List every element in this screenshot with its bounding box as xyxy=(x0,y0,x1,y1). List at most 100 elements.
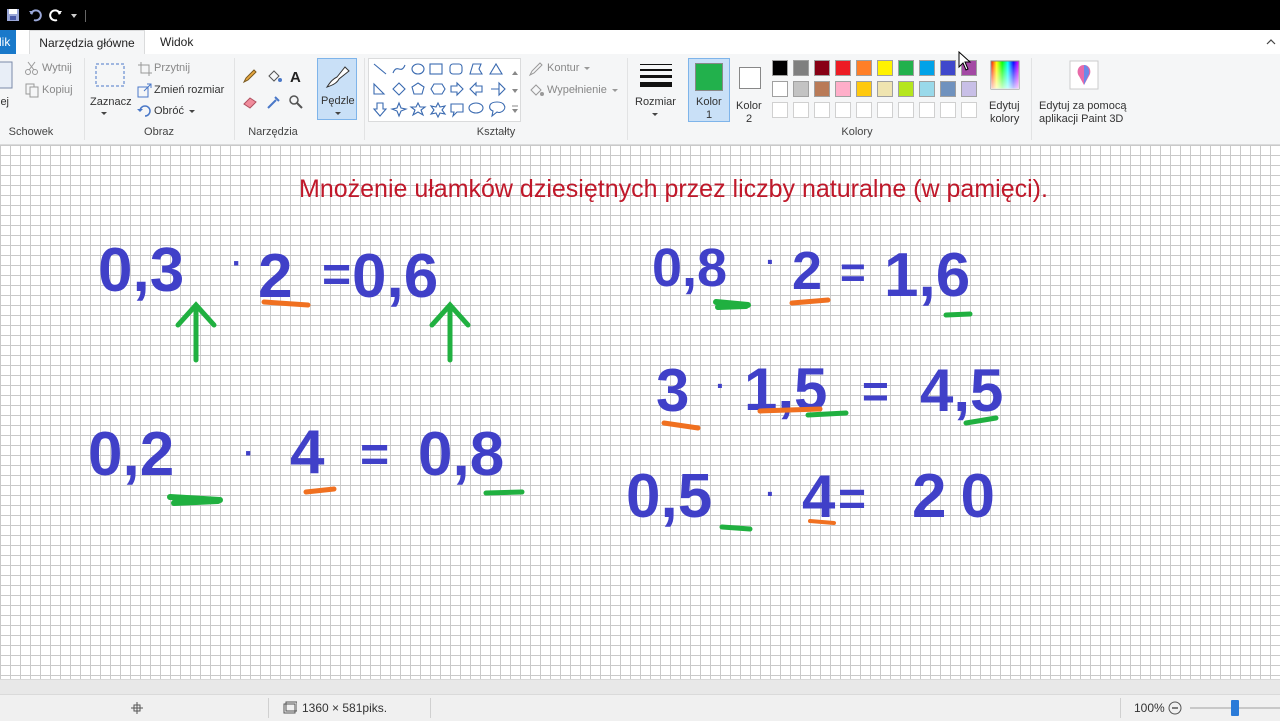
palette-swatch[interactable] xyxy=(940,81,956,97)
redo-icon[interactable] xyxy=(49,8,63,22)
toolbar-divider xyxy=(85,10,86,22)
clipboard-group-label: Schowek xyxy=(8,126,54,138)
rotate-button[interactable]: Obróć xyxy=(154,105,184,117)
palette-swatch[interactable] xyxy=(856,60,872,76)
zoom-out-icon[interactable] xyxy=(1168,701,1182,715)
resize-button[interactable]: Zmień rozmiar xyxy=(154,84,224,96)
copy-button[interactable]: Kopiuj xyxy=(42,84,73,96)
eq1-dot: · xyxy=(232,247,242,280)
custom-color-slot[interactable] xyxy=(898,102,914,118)
eq2-green-underline xyxy=(167,494,223,506)
shapes-gallery-icons xyxy=(372,62,506,119)
ribbon: lej Wytnij Kopiuj Schowek Zaznacz Przytn… xyxy=(0,54,1280,145)
select-button[interactable]: Zaznacz xyxy=(90,96,132,108)
custom-color-slot[interactable] xyxy=(793,102,809,118)
group-separator xyxy=(627,58,628,140)
chevron-down-icon xyxy=(612,89,618,92)
palette-swatch[interactable] xyxy=(793,60,809,76)
mouse-cursor-icon xyxy=(958,51,972,71)
size-button[interactable]: Rozmiar xyxy=(632,58,678,122)
image-dimensions: 1360 × 581piks. xyxy=(302,701,388,715)
save-icon[interactable] xyxy=(6,8,20,22)
eq1-equals: = xyxy=(322,246,351,302)
status-bar: 1360 × 581piks. 100% xyxy=(0,694,1280,721)
paint3d-line1: Edytuj za pomocą xyxy=(1039,100,1127,112)
eq5-orange-underline xyxy=(808,519,836,525)
color-picker-icon[interactable] xyxy=(266,94,282,110)
palette-swatch[interactable] xyxy=(814,60,830,76)
eq3-result: 1,6 xyxy=(884,241,970,310)
gallery-scroll-icon[interactable] xyxy=(511,61,519,121)
color1-button[interactable]: Kolor 1 xyxy=(688,58,730,122)
custom-color-slot[interactable] xyxy=(940,102,956,118)
horizontal-scrollbar[interactable] xyxy=(0,679,1280,694)
crop-icon xyxy=(138,62,152,76)
brushes-button[interactable]: Pędzle xyxy=(317,58,357,120)
tab-view[interactable]: Widok xyxy=(160,30,193,54)
palette-swatch[interactable] xyxy=(814,81,830,97)
customize-toolbar-icon[interactable] xyxy=(69,8,79,22)
scissors-icon xyxy=(25,61,38,75)
eq1-green-arrow-left xyxy=(175,301,217,363)
palette-swatch[interactable] xyxy=(919,60,935,76)
title-bar xyxy=(0,0,1280,30)
custom-color-slot[interactable] xyxy=(877,102,893,118)
palette-swatch[interactable] xyxy=(961,81,977,97)
palette-swatch[interactable] xyxy=(835,60,851,76)
eq5-green-underline xyxy=(719,524,753,532)
palette-swatch[interactable] xyxy=(877,81,893,97)
palette-swatch[interactable] xyxy=(793,81,809,97)
crop-button[interactable]: Przytnij xyxy=(154,62,190,74)
cut-button[interactable]: Wytnij xyxy=(42,62,72,74)
shapes-gallery[interactable] xyxy=(368,58,521,122)
fill-bucket-icon[interactable] xyxy=(266,68,282,84)
paste-icon[interactable] xyxy=(0,60,14,90)
palette-swatch[interactable] xyxy=(898,60,914,76)
eq4-orange-underline xyxy=(661,420,701,431)
palette-swatch[interactable] xyxy=(772,60,788,76)
resize-icon xyxy=(137,83,152,98)
copy-icon xyxy=(25,83,39,98)
palette-swatch[interactable] xyxy=(940,60,956,76)
palette-swatch[interactable] xyxy=(898,81,914,97)
palette-swatch[interactable] xyxy=(919,81,935,97)
shapes-group-label: Kształty xyxy=(476,126,516,138)
edit-paint3d-button[interactable]: Edytuj za pomocą aplikacji Paint 3D xyxy=(1036,58,1132,125)
palette-swatch[interactable] xyxy=(877,60,893,76)
text-icon[interactable]: A xyxy=(288,68,304,84)
select-icon[interactable] xyxy=(94,62,126,90)
edit-colors-button[interactable]: Edytuj kolory xyxy=(986,58,1026,125)
edit-colors-line1: Edytuj xyxy=(989,100,1020,112)
collapse-ribbon-icon[interactable] xyxy=(1266,37,1276,47)
magnifier-icon[interactable] xyxy=(288,94,304,110)
custom-color-slot[interactable] xyxy=(772,102,788,118)
group-separator xyxy=(234,58,235,140)
fill-button[interactable]: Wypełnienie xyxy=(547,84,607,96)
pencil-icon[interactable] xyxy=(242,68,258,84)
palette-swatch[interactable] xyxy=(835,81,851,97)
palette-swatch[interactable] xyxy=(772,81,788,97)
outline-button[interactable]: Kontur xyxy=(547,62,579,74)
tab-file[interactable]: lik xyxy=(0,30,16,54)
eq2-orange-underline xyxy=(303,486,337,495)
custom-color-slot[interactable] xyxy=(835,102,851,118)
chevron-down-icon xyxy=(652,113,658,116)
custom-color-slot[interactable] xyxy=(961,102,977,118)
drawing-canvas[interactable]: Mnożenie ułamków dziesiętnych przez licz… xyxy=(0,51,1280,679)
chevron-down-icon xyxy=(584,67,590,70)
colors-group-label: Kolory xyxy=(841,126,873,138)
eq3-green-underline-result xyxy=(943,311,973,318)
paste-button[interactable]: lej xyxy=(0,96,9,108)
eq5-equals: = xyxy=(838,473,866,526)
status-divider xyxy=(1120,698,1121,718)
eraser-icon[interactable] xyxy=(242,94,258,110)
tab-home[interactable]: Narzędzia główne xyxy=(29,30,145,54)
zoom-slider-thumb[interactable] xyxy=(1231,700,1239,716)
palette-swatch[interactable] xyxy=(856,81,872,97)
color2-button[interactable]: Kolor 2 xyxy=(734,58,766,125)
custom-color-slot[interactable] xyxy=(856,102,872,118)
custom-color-slot[interactable] xyxy=(919,102,935,118)
eq4-green-underline xyxy=(805,410,849,418)
undo-icon[interactable] xyxy=(28,8,42,22)
custom-color-slot[interactable] xyxy=(814,102,830,118)
